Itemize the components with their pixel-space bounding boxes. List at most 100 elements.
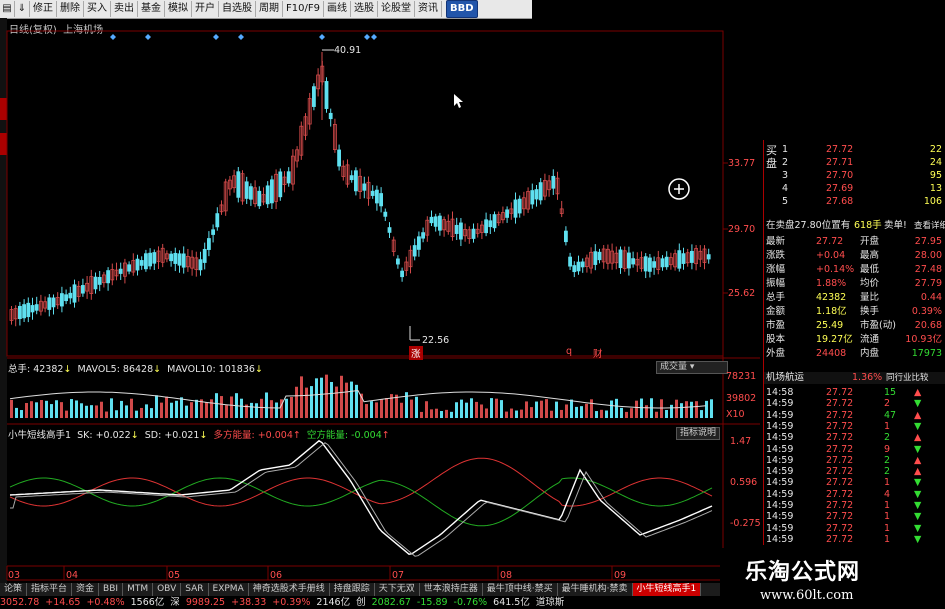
event-marker[interactable]: q xyxy=(566,346,572,357)
buy-level: 5 xyxy=(782,196,789,207)
candle xyxy=(198,259,203,271)
volume-bar xyxy=(15,407,18,418)
volume-bar xyxy=(45,400,48,418)
volume-bar xyxy=(130,398,133,418)
volume-bar xyxy=(625,411,628,418)
event-marker[interactable]: 涨 xyxy=(409,346,423,360)
candle xyxy=(349,175,354,181)
volume-bar xyxy=(125,405,128,418)
volume-bar xyxy=(365,404,368,418)
indicator-tab[interactable]: EXPMA xyxy=(209,583,249,596)
volume-axis-label: 78231 xyxy=(726,371,757,382)
candle xyxy=(400,270,405,278)
index-value: -0.76% xyxy=(453,597,488,608)
candle xyxy=(64,294,68,302)
candle xyxy=(471,228,476,239)
volume-bar xyxy=(140,407,143,418)
candle xyxy=(597,251,602,261)
volume-total: 总手: 42382 xyxy=(8,364,64,375)
indicator-tab[interactable]: SAR xyxy=(181,583,209,596)
high-price-label: 40.91 xyxy=(334,45,362,56)
volume-bar xyxy=(25,403,28,418)
volume-bar xyxy=(265,392,268,418)
buy-book-row[interactable]: 5 27.68 106 xyxy=(764,196,945,208)
volume-bar xyxy=(50,404,53,418)
volume-bar xyxy=(145,404,148,418)
tick-row: 14:59 27.72 4 ▼ xyxy=(766,488,922,500)
buy-price: 27.68 xyxy=(826,196,854,207)
indicator-tab[interactable]: 天下无双 xyxy=(375,583,420,596)
brand-url: www.60lt.com xyxy=(760,588,854,603)
indicator-tab[interactable]: BBI xyxy=(99,583,124,596)
volume-bar xyxy=(60,402,63,418)
volume-bars xyxy=(9,374,713,418)
volume-bar xyxy=(155,395,158,418)
buy-level: 1 xyxy=(782,144,789,155)
tick-row: 14:58 27.72 15 ▲ xyxy=(766,387,922,398)
candle xyxy=(429,216,434,224)
candle xyxy=(34,304,39,311)
volume-bar xyxy=(420,411,423,418)
candle xyxy=(690,250,694,263)
candle xyxy=(72,284,77,303)
volume-bar xyxy=(500,400,503,418)
indicator-tab[interactable]: 小牛短线高手1 xyxy=(632,583,702,596)
indicator-tab[interactable]: 指标平台 xyxy=(27,583,73,596)
tick-row: 14:59 27.72 9 ▼ xyxy=(766,443,922,455)
indicator-axis-label: 1.47 xyxy=(730,436,752,447)
indicator-help-button[interactable]: 指标说明 xyxy=(676,427,721,440)
candle xyxy=(437,215,442,231)
buy-level: 2 xyxy=(782,157,789,168)
price-axis-label: 33.77 xyxy=(728,158,756,169)
order-line[interactable]: 在卖盘27.80位置有 618手 卖单! 查看详细 xyxy=(764,220,945,232)
candle xyxy=(248,186,253,200)
volume-bar xyxy=(250,402,253,418)
volume-bar xyxy=(375,402,378,418)
volume-bar xyxy=(430,409,433,418)
candle xyxy=(17,305,22,320)
volume-bar xyxy=(545,399,548,418)
signal-diamond xyxy=(364,34,370,40)
volume-bar xyxy=(525,401,528,418)
indicator-tab[interactable]: 资金 xyxy=(72,583,100,596)
buy-book-row[interactable]: 4 27.69 13 xyxy=(764,183,945,195)
indicator-tab[interactable]: 持盘跟踪 xyxy=(330,583,375,596)
buy-book-row[interactable]: 3 27.70 95 xyxy=(764,170,945,182)
volume-button[interactable]: 成交量 ▾ xyxy=(656,361,728,374)
indicator-tab[interactable]: OBV xyxy=(153,583,182,596)
indicator-tab[interactable]: 最牛顶中线·禁买 xyxy=(483,583,558,596)
indicator-tab[interactable]: 最牛睡机构·禁卖 xyxy=(558,583,633,596)
volume-bar xyxy=(700,410,703,418)
volume-bar xyxy=(335,386,338,418)
volume-bar xyxy=(585,403,588,418)
indicator-tab[interactable]: 论策 xyxy=(0,583,28,596)
volume-bar xyxy=(705,400,708,418)
buy-book-row[interactable]: 1 27.72 22 xyxy=(764,144,945,156)
price-axis-label: 25.62 xyxy=(728,288,756,299)
candle xyxy=(173,252,178,264)
buy-level: 4 xyxy=(782,183,789,194)
event-marker[interactable]: 财 xyxy=(593,346,603,360)
buy-book-row[interactable]: 2 27.71 24 xyxy=(764,157,945,169)
volume-bar xyxy=(105,411,108,418)
indicator-tab[interactable]: MTM xyxy=(123,583,154,596)
candle xyxy=(68,292,73,299)
buy-price: 27.72 xyxy=(826,144,854,155)
chart-grid xyxy=(6,30,760,581)
candle xyxy=(265,185,270,205)
volume-bar xyxy=(450,411,453,418)
sector-row[interactable]: 机场航运 1.36% 同行业比较 xyxy=(764,372,945,384)
volume-bar xyxy=(415,396,418,418)
volume-bar xyxy=(590,399,593,418)
volume-bar xyxy=(510,408,513,418)
indicator-tab[interactable]: 世本浪持庄器 xyxy=(420,583,483,596)
tick-row: 14:59 27.72 2 ▼ xyxy=(766,398,922,410)
volume-bar xyxy=(100,401,103,418)
candle xyxy=(484,219,489,234)
candle xyxy=(416,236,421,250)
index-status-bar: 3052.78 +14.65 +0.48% 1566亿深 9989.25 +38.33 +0… xyxy=(0,597,720,609)
volume-bar xyxy=(460,399,463,418)
index-value: 1566亿 xyxy=(130,597,165,608)
indicator-tab[interactable]: 神奇选股术手册线 xyxy=(249,583,330,596)
x-axis-label: 06 xyxy=(270,570,283,581)
